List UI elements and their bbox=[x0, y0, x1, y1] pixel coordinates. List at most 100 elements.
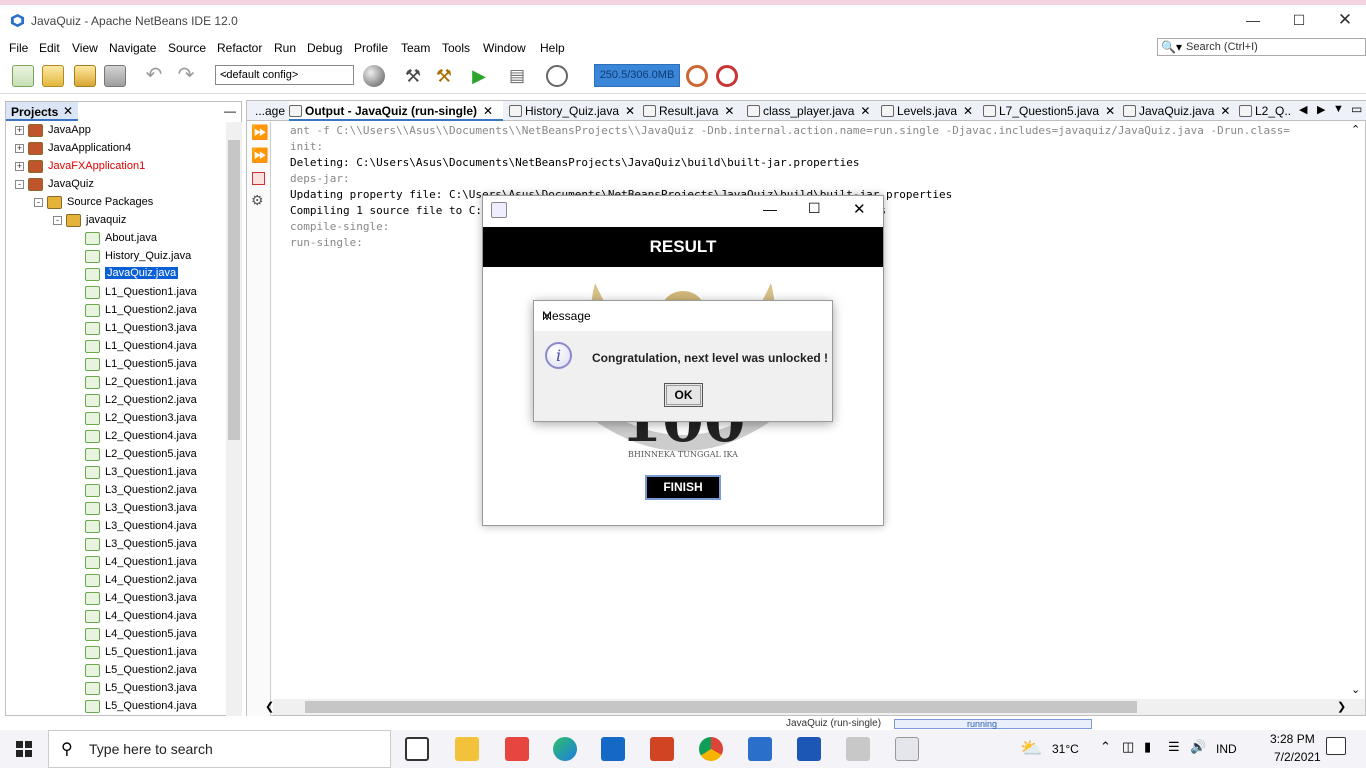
menu-profile[interactable]: Profile bbox=[354, 41, 388, 55]
scroll-tabs-left-icon[interactable]: ◀ bbox=[1299, 103, 1307, 116]
clock-date[interactable]: 7/2/2021 bbox=[1274, 750, 1321, 764]
tab-class-player[interactable]: class_player.java ✕ bbox=[747, 101, 877, 121]
tree-item[interactable]: + JavaApp bbox=[6, 122, 226, 140]
tree-item[interactable]: JavaQuiz.java bbox=[6, 266, 226, 284]
build-hammer-icon[interactable]: ⚒ bbox=[402, 65, 424, 87]
scroll-down-icon[interactable]: ⌄ bbox=[1351, 683, 1360, 696]
taskbar-search[interactable]: ⚲ Type here to search bbox=[48, 730, 391, 768]
maximize-editor-icon[interactable]: ▭ bbox=[1351, 102, 1362, 116]
close-icon[interactable]: ✕ bbox=[542, 309, 824, 323]
tree-item[interactable]: - JavaQuiz bbox=[6, 176, 226, 194]
tree-item[interactable]: L4_Question2.java bbox=[6, 572, 226, 590]
menu-navigate[interactable]: Navigate bbox=[109, 41, 156, 55]
word-icon[interactable] bbox=[797, 737, 821, 761]
wifi-icon[interactable]: ☰ bbox=[1168, 739, 1180, 755]
tree-item[interactable]: L4_Question5.java bbox=[6, 626, 226, 644]
menu-debug[interactable]: Debug bbox=[307, 41, 342, 55]
menu-view[interactable]: View bbox=[72, 41, 98, 55]
tree-item[interactable]: L1_Question4.java bbox=[6, 338, 226, 356]
finish-button[interactable]: FINISH bbox=[645, 475, 721, 500]
tree-item[interactable]: L1_Question5.java bbox=[6, 356, 226, 374]
rerun-icon[interactable]: ⏩ bbox=[251, 124, 268, 141]
windows-start-icon[interactable] bbox=[16, 741, 32, 757]
tools-app-icon[interactable] bbox=[846, 737, 870, 761]
close-button[interactable]: ✕ bbox=[853, 200, 866, 218]
tab-l7-question5[interactable]: L7_Question5.java ✕ bbox=[983, 101, 1115, 121]
tree-item[interactable]: History_Quiz.java bbox=[6, 248, 226, 266]
close-icon[interactable]: ✕ bbox=[63, 104, 73, 118]
globe-icon[interactable] bbox=[363, 65, 385, 87]
close-icon[interactable]: ✕ bbox=[625, 104, 635, 118]
menu-run[interactable]: Run bbox=[274, 41, 296, 55]
edge-icon[interactable] bbox=[553, 737, 577, 761]
task-view-icon[interactable] bbox=[405, 737, 429, 761]
tree-item[interactable]: L5_Question1.java bbox=[6, 644, 226, 662]
minimize-button[interactable]: — bbox=[1230, 5, 1276, 35]
scroll-up-icon[interactable]: ⌃ bbox=[1351, 123, 1360, 136]
menu-file[interactable]: File bbox=[9, 41, 28, 55]
close-icon[interactable]: ✕ bbox=[724, 104, 734, 118]
chevron-up-icon[interactable]: ⌃ bbox=[1100, 739, 1111, 755]
tab-projects[interactable]: Projects ✕ bbox=[6, 102, 78, 121]
collapse-icon[interactable]: - bbox=[53, 216, 62, 225]
projects-scrollbar[interactable] bbox=[226, 122, 242, 716]
rerun-with-params-icon[interactable]: ⏩ bbox=[251, 147, 268, 164]
tree-item[interactable]: L1_Question1.java bbox=[6, 284, 226, 302]
tree-item[interactable]: L2_Question3.java bbox=[6, 410, 226, 428]
netbeans-taskbar-icon[interactable] bbox=[748, 737, 772, 761]
tree-item[interactable]: L5_Question3.java bbox=[6, 680, 226, 698]
scroll-tabs-right-icon[interactable]: ▶ bbox=[1317, 103, 1325, 116]
open-project-icon[interactable] bbox=[74, 65, 96, 87]
scroll-left-icon[interactable]: ❮ bbox=[265, 700, 274, 713]
gc-profile-icon[interactable] bbox=[716, 65, 738, 87]
tree-item[interactable]: L3_Question1.java bbox=[6, 464, 226, 482]
close-icon[interactable]: ✕ bbox=[483, 104, 493, 118]
tree-item[interactable]: L3_Question5.java bbox=[6, 536, 226, 554]
expand-icon[interactable]: + bbox=[15, 162, 24, 171]
ok-button[interactable]: OK bbox=[664, 383, 703, 407]
tab-page[interactable]: ...age bbox=[255, 101, 289, 121]
powerpoint-icon[interactable] bbox=[650, 737, 674, 761]
maximize-button[interactable]: ☐ bbox=[1276, 5, 1322, 35]
tree-item[interactable]: L2_Question2.java bbox=[6, 392, 226, 410]
network-icon[interactable]: ◫ bbox=[1122, 739, 1134, 755]
close-icon[interactable]: ✕ bbox=[1105, 104, 1115, 118]
menu-edit[interactable]: Edit bbox=[39, 41, 60, 55]
tree-item[interactable]: L5_Question4.java bbox=[6, 698, 226, 716]
new-file-icon[interactable] bbox=[12, 65, 34, 87]
clean-build-icon[interactable]: ⚒ bbox=[433, 65, 455, 87]
notifications-icon[interactable] bbox=[1326, 737, 1346, 755]
chrome-icon[interactable] bbox=[699, 737, 723, 761]
java-taskbar-icon[interactable] bbox=[895, 737, 919, 761]
minimize-panel-icon[interactable]: — bbox=[224, 104, 236, 118]
battery-icon[interactable]: ▮ bbox=[1144, 739, 1151, 755]
gc-icon[interactable] bbox=[686, 65, 708, 87]
menu-team[interactable]: Team bbox=[401, 41, 430, 55]
collapse-icon[interactable]: - bbox=[15, 180, 24, 189]
new-project-icon[interactable] bbox=[42, 65, 64, 87]
settings-icon[interactable]: ⚙ bbox=[251, 192, 264, 209]
scrollbar-thumb[interactable] bbox=[228, 140, 240, 440]
memory-indicator[interactable]: 250.5/306.0MB bbox=[594, 64, 680, 87]
tree-item[interactable]: L4_Question1.java bbox=[6, 554, 226, 572]
save-all-icon[interactable] bbox=[104, 65, 126, 87]
tree-item[interactable]: L2_Question1.java bbox=[6, 374, 226, 392]
expand-icon[interactable]: + bbox=[15, 126, 24, 135]
run-icon[interactable]: ▶ bbox=[468, 65, 490, 87]
volume-icon[interactable]: 🔊 bbox=[1190, 739, 1206, 755]
close-button[interactable]: ✕ bbox=[1322, 5, 1366, 35]
tree-item[interactable]: L1_Question2.java bbox=[6, 302, 226, 320]
menu-window[interactable]: Window bbox=[483, 41, 526, 55]
tree-item[interactable]: About.java bbox=[6, 230, 226, 248]
tree-item[interactable]: L3_Question3.java bbox=[6, 500, 226, 518]
close-icon[interactable]: ✕ bbox=[963, 104, 973, 118]
expand-icon[interactable]: + bbox=[15, 144, 24, 153]
tab-result[interactable]: Result.java ✕ bbox=[643, 101, 743, 121]
tab-history-quiz[interactable]: History_Quiz.java ✕ bbox=[509, 101, 639, 121]
config-select[interactable]: <default config> ⌄ bbox=[215, 65, 354, 85]
tree-item[interactable]: + JavaFXApplication1 bbox=[6, 158, 226, 176]
gift-app-icon[interactable] bbox=[505, 737, 529, 761]
close-icon[interactable]: ✕ bbox=[1220, 104, 1230, 118]
file-explorer-icon[interactable] bbox=[455, 737, 479, 761]
menu-source[interactable]: Source bbox=[168, 41, 206, 55]
